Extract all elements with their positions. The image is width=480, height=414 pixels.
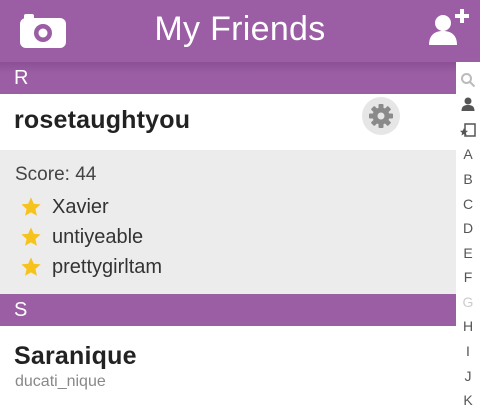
person-icon[interactable]: [460, 96, 476, 112]
friend-details-panel: Score: 44 Xavier untiyeable prettygirlta…: [0, 150, 456, 294]
star-icon: [21, 257, 41, 276]
index-letter-k[interactable]: K: [456, 392, 480, 408]
section-header-s: S: [0, 294, 456, 326]
star-icon: [21, 227, 41, 246]
index-letter-h[interactable]: H: [456, 318, 480, 334]
score-text: Score: 44: [15, 164, 97, 185]
index-letter-i[interactable]: I: [456, 343, 480, 359]
starred-icon[interactable]: [460, 122, 476, 138]
friend-name: Saranique: [14, 342, 137, 370]
index-letter-f[interactable]: F: [456, 269, 480, 285]
best-friend-name: Xavier: [52, 196, 109, 218]
gear-icon: [369, 104, 393, 128]
page-title: My Friends: [154, 10, 326, 48]
index-letter-e[interactable]: E: [456, 245, 480, 261]
friend-row[interactable]: Saranique ducati_nique: [0, 326, 456, 414]
add-friend-button[interactable]: [428, 8, 470, 48]
add-friend-icon: [429, 9, 469, 45]
star-icon: [21, 197, 41, 216]
index-letter-g[interactable]: G: [456, 294, 480, 310]
friend-username: ducati_nique: [15, 373, 106, 390]
index-letter-c[interactable]: C: [456, 196, 480, 212]
friend-settings-button[interactable]: [362, 97, 400, 135]
best-friend-name: prettygirltam: [52, 256, 163, 278]
index-letter-b[interactable]: B: [456, 171, 480, 187]
alphabet-index[interactable]: A B C D E F G H I J K: [456, 62, 480, 414]
best-friend-name: untiyeable: [52, 226, 144, 248]
section-header-r: R: [0, 62, 456, 94]
index-letter-a[interactable]: A: [456, 146, 480, 162]
app-header: My Friends: [0, 0, 480, 62]
search-icon[interactable]: [460, 72, 476, 88]
index-letter-d[interactable]: D: [456, 220, 480, 236]
friend-name: rosetaughtyou: [14, 106, 191, 134]
index-letter-j[interactable]: J: [456, 368, 480, 384]
